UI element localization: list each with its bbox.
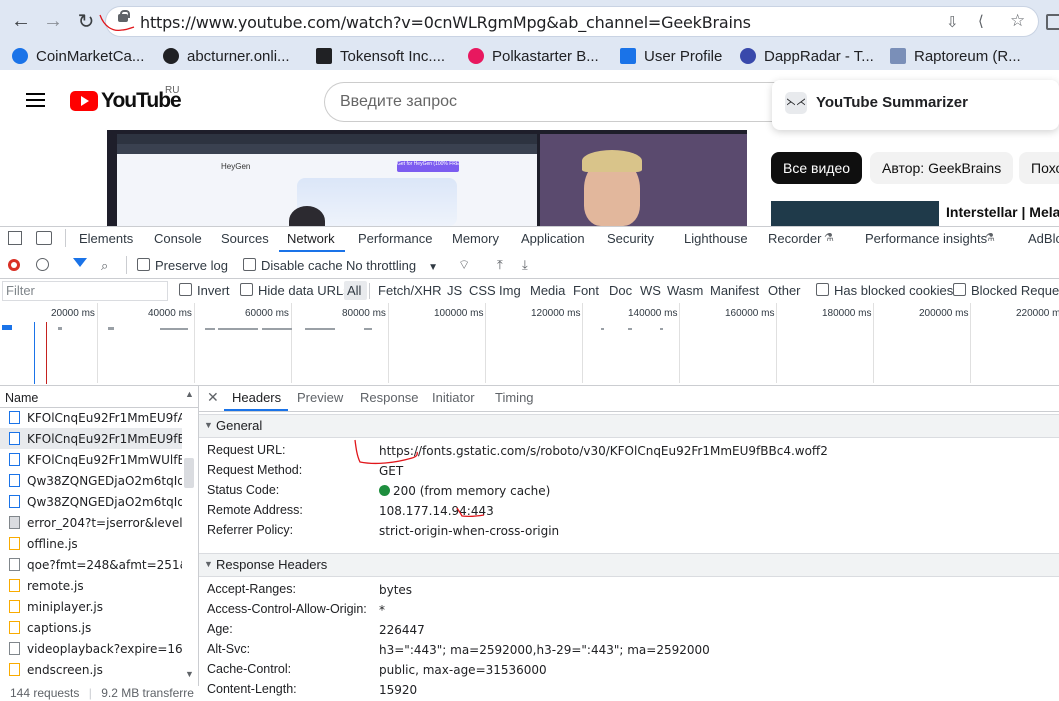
annotation-overlay — [99, 14, 485, 518]
annotation-url-underline — [99, 14, 135, 32]
annotation-request-url — [354, 439, 418, 465]
annotation-port-underline — [456, 507, 485, 518]
